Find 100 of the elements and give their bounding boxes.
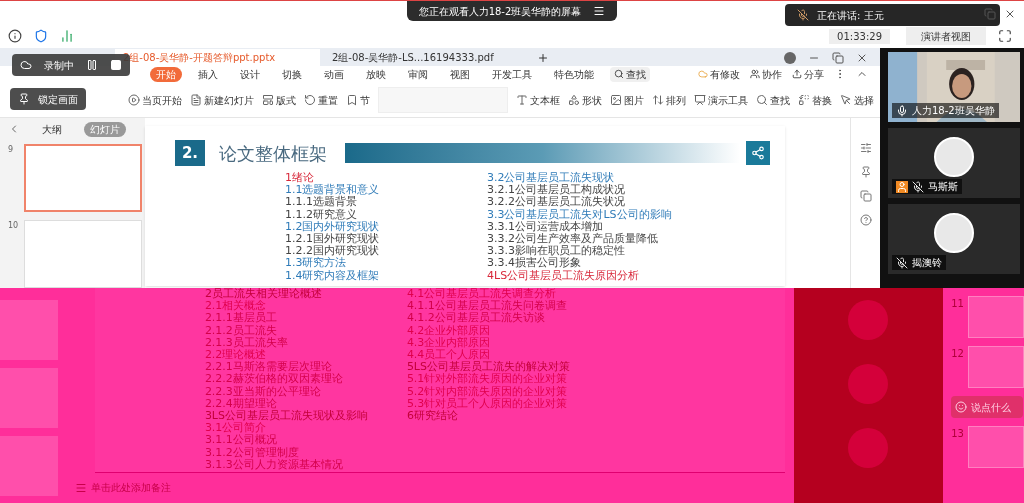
slide-number: 9 [8,144,15,156]
menu-icon[interactable] [593,5,606,17]
ribbon-tab[interactable]: 视图 [444,66,476,82]
toolbar-button[interactable]: 文本框 [516,92,560,108]
avatar [848,428,889,468]
toolbar-button[interactable]: 形状 [568,92,602,108]
outline-item: 5.1针对外部流失原因的企业对策 [406,373,569,386]
toolbar-button[interactable]: 排列 [652,92,686,108]
replace-icon [798,94,810,106]
toolbar-button[interactable]: 重置 [304,92,338,108]
ribbon-action[interactable]: 分享 [792,66,824,82]
pin-icon[interactable] [859,166,872,178]
cloud-icon [698,69,708,80]
speaker-text: 正在讲话: 王元 [817,8,884,23]
shield-icon[interactable] [34,29,48,43]
toolbar-button[interactable]: 节 [346,92,370,108]
ribbon-tab[interactable]: 放映 [360,66,392,82]
ribbon-tab[interactable]: 开发工具 [486,66,538,82]
meeting-timer: 01:33:29 [829,28,890,44]
avatar [934,213,974,253]
slide-thumbnail[interactable] [968,346,1024,388]
participant-name: 揭澳铃 [912,256,942,270]
outline-item: 2.2.2赫茨伯格的双因素理论 [204,373,344,386]
ribbon-tab[interactable]: 动画 [318,66,350,82]
stop-icon[interactable] [110,59,122,71]
outline-item: 4.4员工个人原因 [406,349,492,361]
view-button[interactable]: 演讲者视图 [906,27,986,45]
slide-title: 论文整体框架 [219,141,327,166]
participant-tile[interactable]: 揭澳铃 [888,204,1020,274]
slide-thumbnail[interactable] [968,426,1024,468]
toolbar-button[interactable]: 演示工具 [694,92,748,108]
reset-icon [304,94,316,106]
outline-item: 2.1.2员工流失 [204,324,277,337]
outline-item: 1.1选题背景和意义 [285,184,381,197]
ribbon-tab[interactable]: 审阅 [402,66,434,82]
ribbon-action[interactable]: 协作 [750,66,782,82]
slide-thumbnail[interactable] [0,300,58,360]
ribbon-tab[interactable]: 插入 [192,66,224,82]
slide-thumbnail[interactable] [24,144,142,212]
share-button[interactable] [746,141,770,165]
search-button[interactable]: 查找 [610,66,650,82]
avatar-icon[interactable] [784,51,796,64]
outline-item: 3LS公司基层员工流失现状及影响 [204,410,369,423]
close-icon[interactable] [1004,8,1016,20]
ribbon-tab[interactable]: 切换 [276,66,308,82]
outline-item: 3.3.2公司生产效率及产品质量降低 [487,233,659,246]
ribbon-action[interactable]: 有修改 [698,66,740,82]
slide-thumbnail[interactable] [968,296,1024,338]
toolbar-button[interactable]: 新建幻灯片 [190,92,254,108]
settings-icon[interactable] [859,142,872,154]
outline-item: 4.2企业外部原因 [406,324,492,337]
new-tab-icon[interactable] [537,51,549,64]
outline-item: 2.2.4期望理论 [204,397,277,410]
copy-icon[interactable] [859,190,872,202]
outline-item: 3.2公司基层员工流失现状 [487,172,616,184]
ribbon-tab[interactable]: 设计 [234,66,266,82]
info-icon[interactable] [8,29,22,43]
share-icon [751,146,765,160]
file-tab[interactable]: 2组-08-吴华静-开题答辩ppt.pptx [115,48,320,66]
participant-name: 马斯斯 [928,180,958,194]
toolbar-button[interactable]: 当页开始 [128,92,182,108]
chat-placeholder: 说点什么 [971,400,1012,415]
slide-thumbnail[interactable] [0,368,58,428]
toolbar-button[interactable]: 替换 [798,92,832,108]
outline-item: 3.1.3公司人力资源基本情况 [204,458,344,472]
toolbar-button[interactable]: 版式 [262,92,296,108]
image-icon [610,94,622,106]
outline-item: 3.3.3影响在职员工的稳定性 [487,245,625,258]
outline-item: 5LS公司基层员工流失的解决对策 [406,361,570,374]
layout-icon [262,94,274,106]
slide-number: 10 [8,220,20,232]
section-number-badge: 2. [175,140,205,166]
help-icon[interactable] [859,214,872,226]
toolbar-button[interactable]: 查找 [756,92,790,108]
recording-status: 录制中 [44,58,74,73]
ribbon-tab[interactable]: 特色功能 [548,66,600,82]
restore-icon[interactable] [984,8,996,20]
restore-icon[interactable] [832,51,844,64]
text-icon [516,94,528,106]
toolbar-button[interactable]: 图片 [610,92,644,108]
outline-item: 3.3公司基层员工流失对LS公司的影响 [487,208,672,221]
outline-item: 2.1.3员工流失率 [204,336,289,349]
outline-item: 5.3针对员工个人原因的企业对策 [406,397,569,410]
slide-thumbnail[interactable] [0,436,58,496]
pane-tab[interactable]: 大纲 [36,121,68,137]
outline-item: 2员工流失相关理论概述 [204,288,323,300]
participant-tile[interactable]: 人力18-2班吴华静 [888,52,1020,122]
signal-icon [60,29,74,43]
lock-screen-button[interactable]: 锁定画面 [10,88,86,110]
toolbar-button[interactable]: 选择 [840,92,874,108]
pause-icon[interactable] [86,59,98,71]
participant-tile[interactable]: 马斯斯 [888,128,1020,198]
emoji-icon[interactable] [955,401,968,413]
sort-icon [652,94,664,106]
outline-item: 4.3企业内部原因 [406,336,492,349]
outline-item: 3.2.2公司基层员工流失状况 [487,196,626,209]
outline-item: 3.3.4损害公司形象 [487,257,582,270]
fullscreen-icon[interactable] [998,29,1012,43]
outline-item: 3.1.2公司管理制度 [204,446,299,459]
notes-icon [74,481,87,494]
